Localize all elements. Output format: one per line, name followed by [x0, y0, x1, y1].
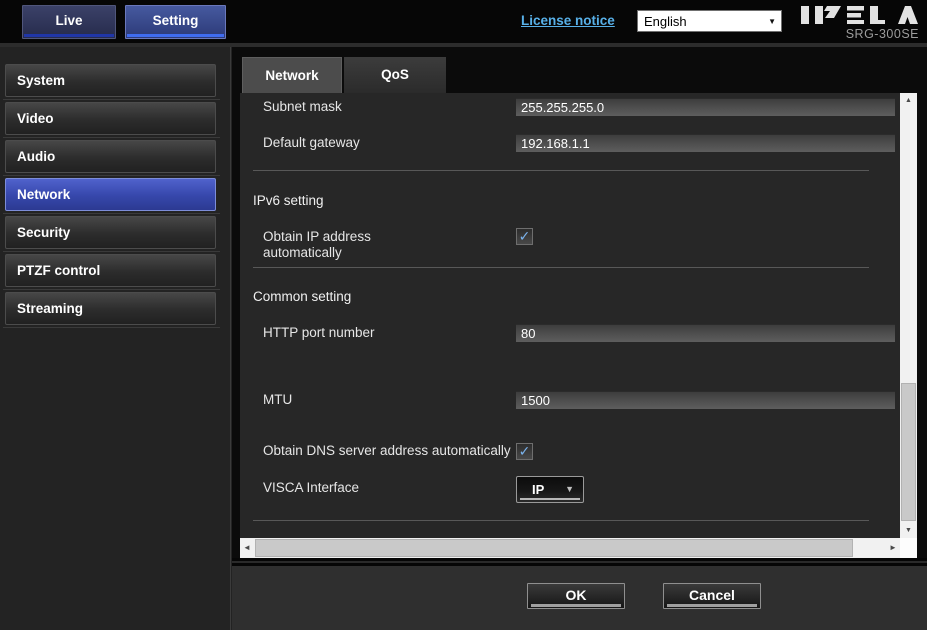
subnet-mask-label: Subnet mask	[263, 99, 342, 115]
visca-interface-dropdown[interactable]: IP ▼	[516, 476, 584, 503]
sidebar-item-label: Security	[17, 225, 70, 240]
tab-network[interactable]: Network	[242, 57, 342, 93]
default-gateway-label: Default gateway	[263, 135, 360, 151]
scroll-right-button[interactable]: ►	[886, 538, 900, 558]
obtain-ip-label: Obtain IP address automatically	[263, 229, 438, 261]
live-tab-label: Live	[55, 13, 82, 28]
scroll-down-button[interactable]: ▼	[900, 523, 917, 538]
ok-button-label: OK	[566, 587, 587, 603]
language-select[interactable]: English ▼	[637, 10, 782, 32]
sidebar-separator	[3, 175, 220, 176]
vertical-scrollbar[interactable]: ▲ ▼	[900, 93, 917, 538]
sidebar-menu: System Video Audio Network Security PTZF…	[5, 64, 216, 330]
horizontal-scrollbar[interactable]: ◄ ►	[240, 538, 900, 558]
sidebar-item-security[interactable]: Security	[5, 216, 216, 249]
panel-right-gutter	[917, 93, 927, 558]
ipv6-setting-header: IPv6 setting	[253, 193, 324, 208]
section-divider	[253, 267, 869, 268]
obtain-dns-checkbox[interactable]: ✓	[516, 443, 533, 460]
bottom-divider	[232, 558, 927, 566]
cancel-button[interactable]: Cancel	[663, 583, 761, 609]
sidebar-item-streaming[interactable]: Streaming	[5, 292, 216, 325]
sidebar-separator	[3, 99, 220, 100]
panel-left-gutter	[232, 93, 240, 558]
sidebar-separator	[3, 251, 220, 252]
ipela-logo	[801, 5, 919, 26]
default-gateway-input[interactable]	[516, 134, 895, 152]
sidebar-item-label: Network	[17, 187, 70, 202]
check-icon: ✓	[519, 443, 531, 459]
sidebar-item-ptzf-control[interactable]: PTZF control	[5, 254, 216, 287]
live-tab-button[interactable]: Live	[22, 5, 116, 39]
sidebar-item-video[interactable]: Video	[5, 102, 216, 135]
ok-button[interactable]: OK	[527, 583, 625, 609]
http-port-input[interactable]	[516, 324, 895, 342]
sidebar-item-label: Video	[17, 111, 54, 126]
chevron-down-icon: ▼	[565, 484, 574, 494]
setting-tab-button[interactable]: Setting	[125, 5, 226, 39]
sidebar-item-label: Streaming	[17, 301, 83, 316]
sidebar-separator	[3, 137, 220, 138]
check-icon: ✓	[519, 228, 531, 244]
subnet-mask-input[interactable]	[516, 98, 895, 116]
scroll-left-button[interactable]: ◄	[240, 538, 254, 558]
language-select-value: English	[644, 14, 687, 29]
sidebar-separator	[3, 289, 220, 290]
top-bar: Live Setting License notice English ▼ SR…	[0, 0, 927, 43]
tab-label: Network	[265, 68, 318, 83]
model-name: SRG-300SE	[789, 27, 919, 41]
visca-interface-value: IP	[532, 482, 544, 497]
bottom-action-bar: OK Cancel	[232, 566, 927, 630]
visca-interface-label: VISCA Interface	[263, 480, 359, 496]
scrollbar-corner	[900, 538, 917, 558]
vertical-scrollbar-thumb[interactable]	[901, 383, 916, 521]
scroll-down-icon: ▼	[905, 527, 912, 534]
scroll-right-icon: ►	[889, 543, 897, 552]
obtain-ip-checkbox[interactable]: ✓	[516, 228, 533, 245]
sidebar-item-network[interactable]: Network	[5, 178, 216, 211]
mtu-label: MTU	[263, 392, 292, 408]
section-divider	[253, 170, 869, 171]
brand-block: SRG-300SE	[789, 5, 919, 41]
http-port-label: HTTP port number	[263, 325, 375, 341]
scroll-up-icon: ▲	[905, 97, 912, 104]
cancel-button-label: Cancel	[689, 587, 735, 603]
scroll-left-icon: ◄	[243, 543, 251, 552]
tab-qos[interactable]: QoS	[344, 57, 446, 93]
sidebar-item-audio[interactable]: Audio	[5, 140, 216, 173]
mtu-input[interactable]	[516, 391, 895, 409]
section-divider	[253, 520, 869, 521]
horizontal-scrollbar-thumb[interactable]	[255, 539, 853, 557]
chevron-down-icon: ▼	[768, 17, 776, 26]
settings-sidebar: System Video Audio Network Security PTZF…	[0, 47, 231, 630]
tab-label: QoS	[381, 67, 409, 82]
sidebar-separator	[3, 213, 220, 214]
tabs-band: Network QoS	[232, 47, 927, 93]
scroll-up-button[interactable]: ▲	[900, 93, 917, 108]
sidebar-item-label: Audio	[17, 149, 55, 164]
license-notice-link[interactable]: License notice	[521, 13, 615, 28]
sidebar-separator	[3, 327, 220, 328]
common-setting-header: Common setting	[253, 289, 351, 304]
sidebar-item-system[interactable]: System	[5, 64, 216, 97]
sidebar-item-label: PTZF control	[17, 263, 100, 278]
setting-tab-label: Setting	[153, 13, 199, 28]
sidebar-item-label: System	[17, 73, 65, 88]
network-settings-panel: Subnet mask Default gateway IPv6 setting…	[240, 93, 900, 538]
obtain-dns-label: Obtain DNS server address automatically	[263, 443, 511, 459]
